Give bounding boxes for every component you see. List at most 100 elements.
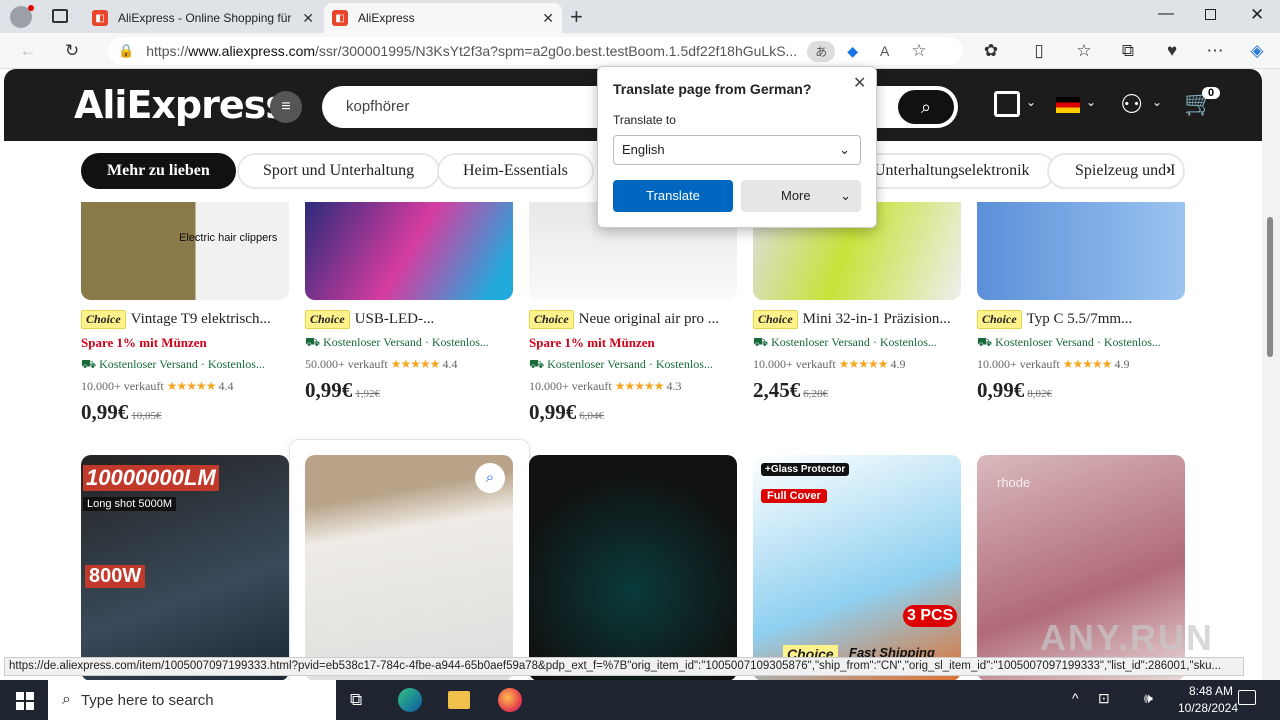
collections-icon[interactable]: ⧉: [1118, 41, 1138, 61]
read-aloud-icon[interactable]: A: [880, 43, 889, 59]
network-icon[interactable]: ⊡: [1098, 690, 1110, 707]
product-card[interactable]: Choice Mini 32-in-1 Präzision... ⛟ Kosten…: [753, 202, 961, 403]
extensions-icon[interactable]: ✿: [981, 41, 1001, 61]
search-icon: ⌕: [62, 691, 71, 708]
tab-actions-icon[interactable]: [52, 9, 68, 23]
truck-icon: ⛟: [753, 335, 772, 349]
edge-icon[interactable]: [398, 688, 422, 712]
sold-rating: 10.000+ verkauft ★★★★★ 4.3: [529, 379, 682, 393]
favorite-star-icon[interactable]: ☆: [911, 41, 926, 61]
promo-text: Spare 1% mit Münzen: [81, 335, 207, 350]
firefox-icon[interactable]: [498, 688, 522, 712]
aliexpress-favicon-icon: ◧: [332, 10, 348, 26]
notifications-icon[interactable]: [1238, 690, 1256, 705]
page-scrollbar[interactable]: [1262, 69, 1280, 680]
taskbar-search-box[interactable]: ⌕ Type here to search: [48, 680, 336, 720]
translate-icon[interactable]: あ: [807, 40, 836, 62]
sold-rating: 10.000+ verkauft ★★★★★ 4.9: [977, 357, 1130, 371]
aliexpress-logo[interactable]: AliExpress: [74, 83, 288, 127]
minimize-button[interactable]: —: [1158, 5, 1174, 23]
tray-chevron-up-icon[interactable]: ^: [1072, 690, 1079, 706]
chevron-down-icon: ⌄: [1086, 95, 1097, 109]
link-status-bar: https://de.aliexpress.com/item/100500709…: [4, 657, 1244, 676]
more-label: More: [781, 188, 811, 203]
product-card[interactable]: Choice Neue original air pro ... Spare 1%…: [529, 202, 737, 425]
notification-dot-icon: [28, 5, 34, 11]
scrollbar-thumb[interactable]: [1267, 217, 1273, 357]
choice-badge: Choice: [529, 310, 574, 329]
address-toolbar: ← ↻ 🔒 https://www.aliexpress.com/ssr/300…: [0, 33, 1280, 69]
copilot-icon[interactable]: ◈: [1247, 41, 1267, 61]
search-button[interactable]: ⌕: [898, 90, 954, 124]
product-card[interactable]: +Glass Protector Full Cover 3 PCS Choice…: [753, 455, 961, 680]
windows-taskbar: ⌕ Type here to search ⧉ ^ ⊡ 🕪 8:48 AM 10…: [0, 680, 1280, 720]
truck-icon: ⛟: [305, 335, 324, 349]
taskbar-search-placeholder: Type here to search: [80, 691, 214, 709]
split-screen-icon[interactable]: ▯: [1029, 41, 1049, 61]
close-window-button[interactable]: ✕: [1250, 5, 1264, 25]
category-tab-electronics[interactable]: Unterhaltungselektronik: [848, 153, 1056, 189]
price: 0,99€ 6,04€: [529, 400, 604, 424]
translate-button[interactable]: Translate: [613, 180, 733, 212]
product-card[interactable]: Electric hair clippers Choice Vintage T9 …: [81, 202, 289, 425]
close-icon[interactable]: ✕: [853, 73, 866, 93]
image-caption: 10000000LM: [83, 465, 219, 491]
image-caption: Long shot 5000M: [83, 497, 177, 511]
close-tab-icon[interactable]: ✕: [542, 10, 554, 27]
category-tab-toys[interactable]: Spielzeug und I: [1047, 153, 1185, 189]
image-search-icon[interactable]: ⌕: [475, 463, 505, 493]
refresh-icon[interactable]: ↻: [62, 41, 82, 61]
tab-title: AliExpress: [358, 11, 415, 25]
product-title: USB-LED-...: [354, 311, 435, 327]
tab-aliexpress-shopping[interactable]: ◧ AliExpress - Online Shopping für ✕: [84, 3, 322, 33]
image-caption: 3 PCS: [903, 605, 958, 627]
product-card[interactable]: [529, 455, 737, 680]
image-caption: 800W: [85, 565, 146, 588]
category-tab-sports[interactable]: Sport und Unterhaltung: [237, 153, 441, 189]
rating-stars: ★★★★★: [166, 379, 217, 393]
favorites-icon[interactable]: ☆: [1074, 41, 1094, 61]
new-tab-button[interactable]: +: [570, 4, 583, 30]
truck-icon: ⛟: [977, 335, 996, 349]
task-view-icon[interactable]: ⧉: [350, 690, 362, 710]
windows-start-icon[interactable]: [16, 692, 34, 710]
sold-rating: 10.000+ verkauft ★★★★★ 4.9: [753, 357, 906, 371]
qr-code-icon[interactable]: [994, 91, 1020, 117]
settings-more-icon[interactable]: ⋯: [1205, 41, 1225, 61]
close-tab-icon[interactable]: ✕: [302, 10, 314, 27]
url-text: https://www.aliexpress.com/ssr/300001995…: [146, 43, 798, 59]
product-card[interactable]: Choice USB-LED-... ⛟ Kostenloser Versand …: [305, 202, 513, 403]
rating-stars: ★★★★★: [1062, 357, 1113, 371]
choice-badge: Choice: [753, 310, 798, 329]
sold-rating: 50.000+ verkauft ★★★★★ 4.4: [305, 357, 458, 371]
back-icon[interactable]: ←: [18, 41, 38, 61]
product-card[interactable]: 10000000LM Long shot 5000M 800W: [81, 455, 289, 680]
promo-text: Spare 1% mit Münzen: [529, 335, 655, 350]
image-caption: rhode: [997, 475, 1031, 490]
file-explorer-icon[interactable]: [448, 691, 470, 709]
product-card[interactable]: Choice Typ C 5.5/7mm... ⛟ Kostenloser Ver…: [977, 202, 1185, 403]
chevron-down-icon: ⌄: [839, 142, 850, 157]
more-button[interactable]: More ⌄: [741, 180, 861, 212]
category-tab-more-to-love[interactable]: Mehr zu lieben: [81, 153, 236, 189]
category-tab-home[interactable]: Heim-Essentials: [437, 153, 594, 189]
product-image: [977, 202, 1185, 300]
rating-stars: ★★★★★: [614, 379, 665, 393]
chevron-right-icon[interactable]: ›: [1166, 161, 1171, 179]
product-card[interactable]: ⌕: [305, 455, 513, 680]
url-bar[interactable]: 🔒 https://www.aliexpress.com/ssr/3000019…: [108, 37, 963, 65]
tab-aliexpress[interactable]: ◧ AliExpress ✕: [324, 3, 562, 33]
language-select[interactable]: English ⌄: [613, 135, 861, 165]
account-icon[interactable]: ⚇: [1120, 89, 1143, 120]
performance-icon[interactable]: ♥: [1162, 41, 1182, 61]
restore-button[interactable]: [1205, 9, 1216, 20]
shipping-text: ⛟ Kostenloser Versand · Kostenlos...: [529, 357, 713, 371]
flag-germany-icon[interactable]: [1056, 97, 1080, 113]
product-image: [305, 202, 513, 300]
menu-icon[interactable]: ≡: [270, 91, 302, 123]
browser-tab-bar: ◧ AliExpress - Online Shopping für ✕ ◧ A…: [0, 0, 1280, 33]
volume-icon[interactable]: 🕪: [1144, 690, 1153, 707]
sold-rating: 10.000+ verkauft ★★★★★ 4.4: [81, 379, 234, 393]
shipping-text: ⛟ Kostenloser Versand · Kostenlos...: [753, 335, 937, 349]
shield-icon[interactable]: ◆: [847, 43, 858, 60]
